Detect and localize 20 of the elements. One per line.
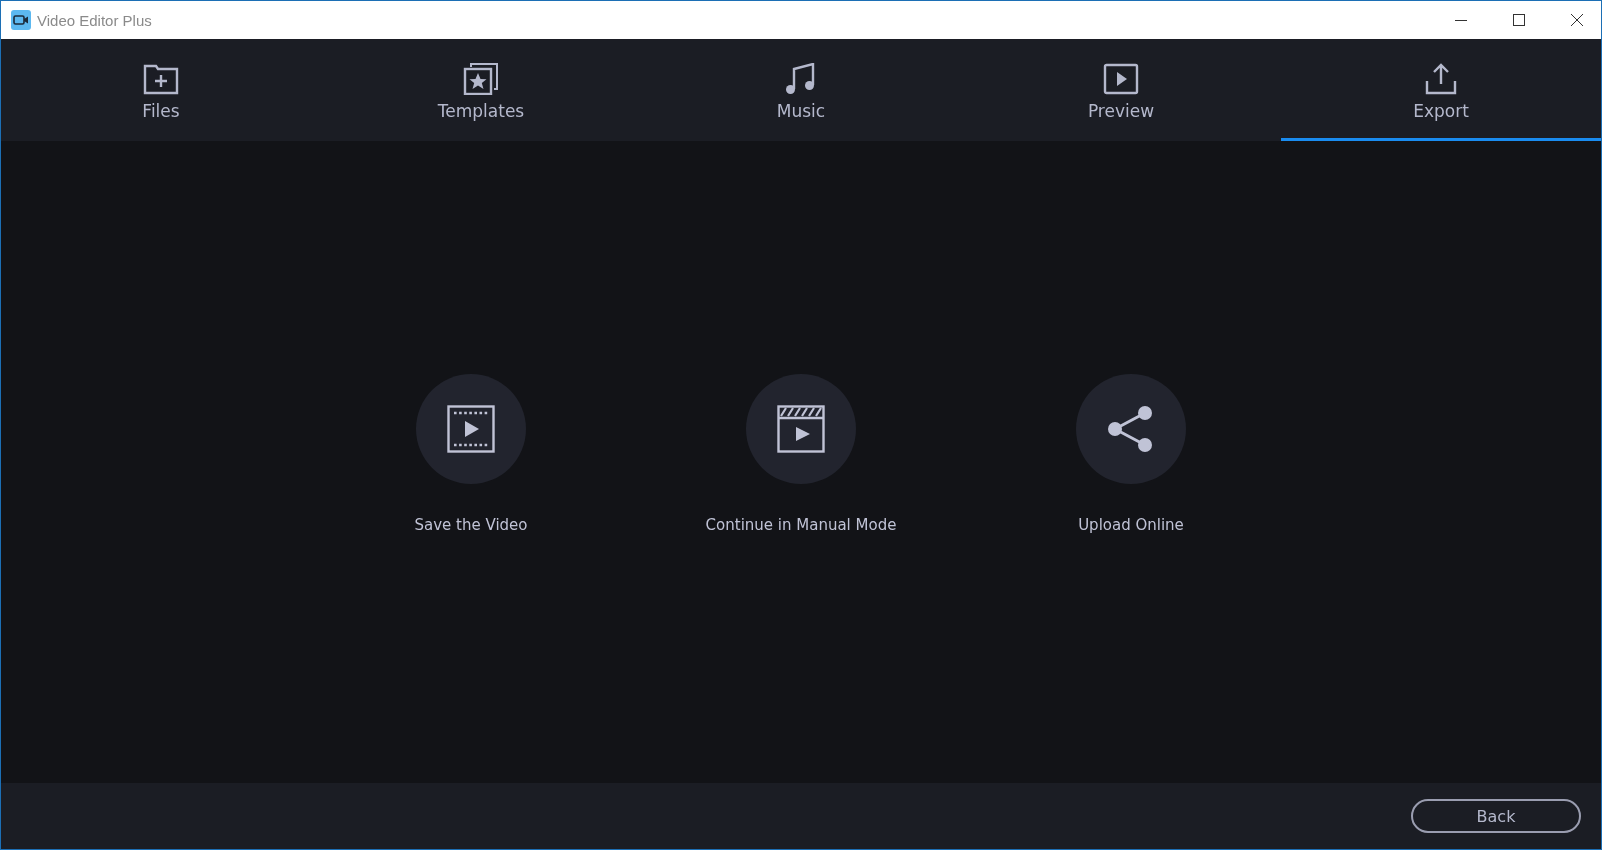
close-icon[interactable] (1571, 14, 1583, 26)
folder-plus-icon (143, 62, 179, 95)
nav-tab[interactable]: Export (1281, 39, 1601, 141)
nav-tab[interactable]: Templates (321, 39, 641, 141)
window-title: Video Editor Plus (37, 11, 152, 29)
nav-tab[interactable]: Preview (961, 39, 1281, 141)
camera-icon (11, 10, 31, 30)
star-cards-icon (463, 62, 499, 95)
film-play-icon (447, 405, 495, 453)
back-button[interactable]: Back (1411, 799, 1581, 833)
nav-tab[interactable]: Music (641, 39, 961, 141)
maximize-icon[interactable] (1513, 14, 1525, 26)
action-label: Continue in Manual Mode (705, 516, 897, 534)
play-icon (1103, 62, 1139, 95)
action-label: Save the Video (414, 516, 528, 534)
clapperboard-icon (777, 405, 825, 453)
upload-icon (1423, 62, 1459, 95)
action-label: Upload Online (1078, 516, 1184, 534)
nav-tab[interactable]: Files (1, 39, 321, 141)
share-icon (1107, 405, 1155, 453)
